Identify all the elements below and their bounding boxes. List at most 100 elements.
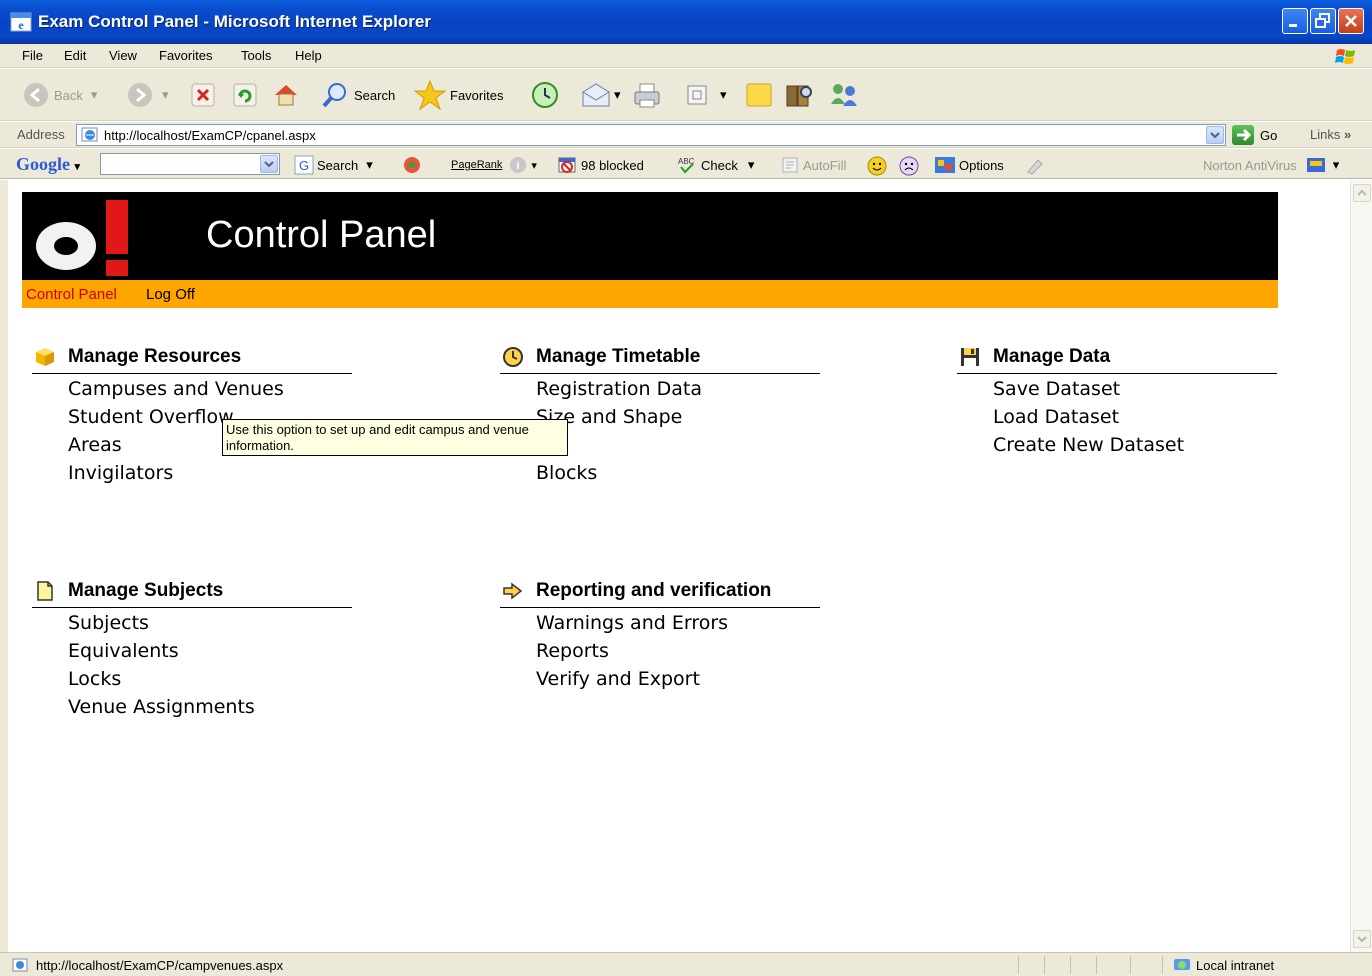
address-dropdown-button[interactable] <box>1206 126 1224 144</box>
chevron-down-icon <box>264 161 274 168</box>
minimize-button[interactable] <box>1282 8 1308 34</box>
go-button[interactable]: Go <box>1232 125 1277 145</box>
vote-down-button[interactable] <box>898 155 920 177</box>
forward-arrow-icon <box>128 83 152 107</box>
back-button[interactable]: Back ▾ <box>22 79 97 111</box>
favorites-button[interactable]: Favorites <box>414 79 503 111</box>
link-registration-data[interactable]: Registration Data <box>536 378 702 400</box>
link-blocks[interactable]: Blocks <box>536 462 597 484</box>
menu-favorites[interactable]: Favorites <box>159 48 212 63</box>
go-label: Go <box>1260 127 1278 143</box>
section-reporting-and-verification: Reporting and verification Warnings and … <box>500 576 820 690</box>
chevron-down-icon <box>1210 132 1220 139</box>
link-areas[interactable]: Areas <box>68 434 122 456</box>
menu-view[interactable]: View <box>109 48 137 63</box>
options-icon <box>935 157 955 173</box>
link-warnings-and-errors[interactable]: Warnings and Errors <box>536 612 728 634</box>
refresh-button[interactable] <box>232 79 258 111</box>
link-student-overflow[interactable]: Student Overflow <box>68 406 234 428</box>
link-save-dataset[interactable]: Save Dataset <box>993 378 1120 400</box>
google-news-icon <box>404 157 420 173</box>
close-button[interactable] <box>1338 8 1364 34</box>
go-arrow-icon <box>1232 125 1254 145</box>
link-equivalents[interactable]: Equivalents <box>68 640 179 662</box>
restore-button[interactable] <box>1310 8 1336 34</box>
spell-check-icon: ABC <box>678 157 695 174</box>
address-input[interactable]: http://localhost/ExamCP/cpanel.aspx <box>76 124 1226 146</box>
print-button[interactable] <box>632 79 662 111</box>
link-venue-assignments[interactable]: Venue Assignments <box>68 696 255 718</box>
research-button[interactable] <box>784 79 814 111</box>
minimize-icon <box>1289 24 1297 27</box>
google-search-dropdown[interactable] <box>260 155 278 173</box>
link-locks[interactable]: Locks <box>68 668 121 690</box>
menu-file[interactable]: File <box>22 48 43 63</box>
popup-blocker-button[interactable]: 98 blocked <box>556 155 644 175</box>
link-reports[interactable]: Reports <box>536 640 609 662</box>
exam-logo <box>36 200 128 276</box>
menu-help[interactable]: Help <box>295 48 322 63</box>
links-button[interactable]: Links » <box>1310 127 1351 142</box>
tooltip: Use this option to set up and edit campu… <box>222 419 568 456</box>
stop-button[interactable] <box>190 79 216 111</box>
back-arrow-icon <box>24 83 48 107</box>
local-intranet-icon <box>1174 959 1190 970</box>
google-search-input[interactable] <box>100 153 280 175</box>
status-divider <box>1070 956 1071 974</box>
nav-log-off-link[interactable]: Log Off <box>146 286 195 303</box>
link-verify-and-export[interactable]: Verify and Export <box>536 668 700 690</box>
close-icon <box>1345 15 1357 27</box>
status-divider <box>1018 956 1019 974</box>
home-button[interactable] <box>272 79 300 111</box>
menu-bar: File Edit View Favorites Tools Help <box>0 44 1372 68</box>
scroll-up-button[interactable] <box>1353 184 1371 202</box>
status-bar: http://localhost/ExamCP/campvenues.aspx … <box>0 952 1372 976</box>
edit-button[interactable]: ▾ <box>684 79 727 111</box>
autofill-button[interactable]: AutoFill <box>780 155 846 175</box>
back-label: Back <box>54 87 83 103</box>
vote-up-button[interactable] <box>866 155 888 177</box>
refresh-icon <box>233 83 257 107</box>
link-campuses-and-venues[interactable]: Campuses and Venues <box>68 378 284 400</box>
status-url: http://localhost/ExamCP/campvenues.aspx <box>36 958 284 973</box>
favorites-label: Favorites <box>450 87 504 103</box>
restore-icon <box>1315 13 1330 28</box>
norton-label: Norton AntiVirus <box>1203 157 1297 173</box>
check-label: Check <box>701 157 738 173</box>
scroll-down-button[interactable] <box>1353 930 1371 948</box>
mail-icon <box>582 83 610 107</box>
home-icon <box>275 85 297 106</box>
google-news-button[interactable] <box>402 155 422 175</box>
messenger-icon <box>831 84 857 106</box>
menu-edit[interactable]: Edit <box>64 48 86 63</box>
history-button[interactable] <box>530 79 560 111</box>
section-header: Manage Resources <box>32 342 352 374</box>
highlight-button[interactable] <box>1024 155 1046 175</box>
search-icon <box>322 83 346 108</box>
forward-button[interactable]: ▾ <box>126 79 169 111</box>
google-logo-text: Google <box>16 154 70 174</box>
printer-icon <box>634 83 660 108</box>
link-invigilators[interactable]: Invigilators <box>68 462 173 484</box>
link-subjects[interactable]: Subjects <box>68 612 149 634</box>
stop-icon <box>191 83 215 107</box>
norton-antivirus-button[interactable]: Norton AntiVirus ▾ <box>1200 155 1339 175</box>
mail-button[interactable]: ▾ <box>580 79 621 111</box>
page-title: Control Panel <box>206 214 437 256</box>
research-icon <box>786 85 812 107</box>
options-button[interactable]: Options <box>934 155 1004 175</box>
pagerank-button[interactable]: PageRank i ▾ <box>448 155 537 175</box>
link-create-new-dataset[interactable]: Create New Dataset <box>993 434 1184 456</box>
google-search-button[interactable]: G Search ▾ <box>294 155 373 175</box>
address-bar: Address http://localhost/ExamCP/cpanel.a… <box>0 122 1372 148</box>
spell-check-button[interactable]: ABC Check ▾ <box>676 155 754 175</box>
search-button[interactable]: Search <box>320 79 395 111</box>
vertical-scrollbar[interactable] <box>1350 180 1372 952</box>
nav-control-panel-link[interactable]: Control Panel <box>26 286 117 303</box>
google-logo[interactable]: Google ▾ <box>16 154 80 175</box>
link-load-dataset[interactable]: Load Dataset <box>993 406 1119 428</box>
discuss-button[interactable] <box>744 79 774 111</box>
menu-tools[interactable]: Tools <box>241 48 271 63</box>
smiley-happy-icon <box>867 156 887 176</box>
messenger-button[interactable] <box>828 79 860 111</box>
